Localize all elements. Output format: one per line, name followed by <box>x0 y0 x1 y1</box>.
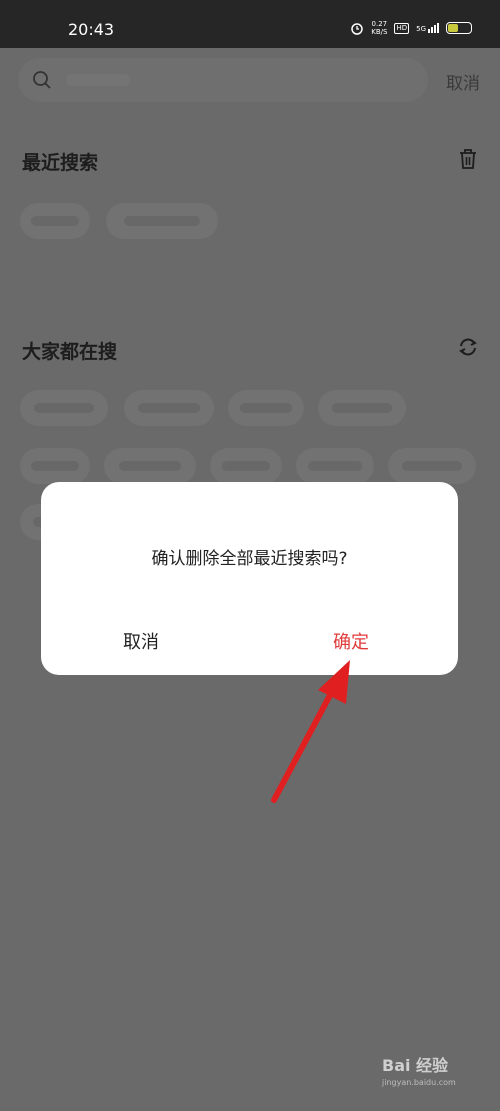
network-speed: 0.27 KB/S <box>371 20 387 36</box>
trending-chip[interactable] <box>20 390 108 426</box>
trending-title: 大家都在搜 <box>22 341 118 363</box>
status-bar: 20:43 0.27 KB/S HD 5G <box>0 0 500 48</box>
status-time: 20:43 <box>68 20 115 39</box>
search-cancel-button[interactable]: 取消 <box>446 69 480 94</box>
recent-search-chip[interactable] <box>20 203 90 239</box>
battery-icon <box>446 22 472 34</box>
search-icon <box>33 71 51 89</box>
refresh-icon[interactable] <box>458 337 478 357</box>
trending-chip[interactable] <box>228 390 304 426</box>
trash-icon[interactable] <box>458 148 478 170</box>
trending-chip[interactable] <box>124 390 214 426</box>
trending-chip[interactable] <box>296 448 374 484</box>
confirm-dialog: 确认删除全部最近搜索吗? 取消 确定 <box>41 482 458 675</box>
trending-chip[interactable] <box>210 448 282 484</box>
search-input[interactable] <box>68 68 412 94</box>
network-speed-value: 0.27 <box>371 20 388 28</box>
alarm-icon <box>351 23 363 35</box>
watermark-logo: Bai 经验 jingyan.baidu.com <box>382 1052 456 1087</box>
dialog-cancel-button[interactable]: 取消 <box>123 628 159 654</box>
watermark-brand: Bai 经验 <box>382 1056 449 1075</box>
network-speed-unit: KB/S <box>371 28 388 36</box>
signal-label: 5G <box>416 25 426 33</box>
trending-chip[interactable] <box>20 448 90 484</box>
trending-chip[interactable] <box>318 390 406 426</box>
dialog-confirm-button[interactable]: 确定 <box>333 628 369 654</box>
status-icons: 0.27 KB/S HD 5G <box>350 20 472 36</box>
hd-icon: HD <box>394 22 410 34</box>
watermark-url: jingyan.baidu.com <box>382 1078 456 1087</box>
dialog-message: 确认删除全部最近搜索吗? <box>151 549 348 569</box>
signal-icon: 5G <box>416 23 439 33</box>
recent-search-chip[interactable] <box>106 203 218 239</box>
search-bar[interactable] <box>18 58 428 102</box>
trending-chip[interactable] <box>388 448 476 484</box>
recent-searches-title: 最近搜索 <box>22 152 99 174</box>
trending-chip[interactable] <box>104 448 196 484</box>
